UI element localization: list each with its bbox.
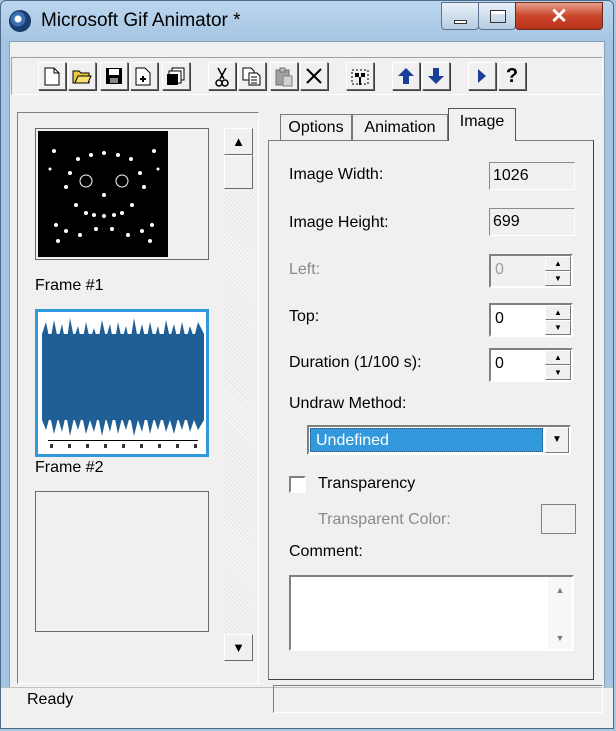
save-as-icon (167, 67, 185, 85)
chevron-up-icon: ▲ (232, 134, 245, 149)
open-icon (72, 70, 92, 84)
tab-options[interactable]: Options (280, 114, 352, 140)
open-button[interactable] (68, 62, 96, 90)
status-pane (273, 685, 603, 713)
transparency-label[interactable]: Transparency (318, 475, 415, 493)
scroll-up-button[interactable]: ▲ (224, 128, 253, 155)
title-bar[interactable]: Microsoft Gif Animator * ✕ (1, 1, 613, 41)
preview-icon (478, 69, 486, 83)
move-down-button[interactable] (422, 62, 450, 90)
new-button[interactable] (38, 62, 66, 90)
chevron-down-icon[interactable]: ▼ (545, 427, 569, 453)
undraw-method-select[interactable]: Undefined ▼ (307, 425, 571, 455)
transparency-checkbox[interactable] (289, 476, 306, 493)
insert-button[interactable] (130, 62, 158, 90)
image-height-label: Image Height: (289, 214, 389, 231)
undraw-method-label: Undraw Method: (289, 395, 407, 412)
frames-scrollbar[interactable]: ▲ ▼ (224, 128, 253, 661)
chevron-down-icon: ▼ (555, 633, 565, 643)
scroll-thumb[interactable] (224, 155, 253, 189)
left-spinner: 0 ▲ ▼ (489, 254, 573, 288)
insert-icon (135, 67, 151, 86)
top-spin-down-button[interactable]: ▼ (545, 320, 571, 335)
maximize-button[interactable] (478, 2, 516, 30)
toolbar: ? (11, 57, 603, 95)
move-up-icon (398, 68, 414, 84)
minimize-button[interactable] (441, 2, 479, 30)
window-title: Microsoft Gif Animator * (41, 10, 241, 31)
save-button[interactable] (100, 62, 128, 90)
frame-2-image (38, 312, 206, 454)
copy-icon (242, 67, 261, 86)
duration-label: Duration (1/100 s): (289, 354, 422, 371)
top-value[interactable]: 0 (495, 310, 504, 328)
save-icon (106, 68, 122, 84)
tab-strip: Options Animation Image (270, 108, 600, 141)
close-icon: ✕ (550, 5, 568, 28)
move-up-button[interactable] (392, 62, 420, 90)
cut-button[interactable] (208, 62, 236, 90)
transparent-color-swatch (541, 504, 576, 534)
maximize-icon (490, 10, 506, 23)
image-height-value: 699 (489, 208, 575, 236)
left-label: Left: (289, 261, 321, 278)
tab-animation[interactable]: Animation (352, 114, 448, 140)
paste-icon (275, 67, 293, 87)
transparent-color-label: Transparent Color: (318, 511, 451, 528)
copy-button[interactable] (238, 62, 266, 90)
duration-spinner[interactable]: 0 ▲ ▼ (489, 348, 573, 382)
delete-icon (306, 68, 322, 84)
frames-panel: Frame #1 Frame #2 ▲ ▼ (17, 112, 259, 684)
frame-2-thumbnail[interactable] (35, 309, 209, 457)
app-window: Microsoft Gif Animator * ✕ ? Frame #1 Fr… (0, 0, 614, 729)
chevron-down-icon: ▼ (232, 640, 245, 655)
top-label: Top: (289, 308, 320, 325)
image-width-value: 1026 (489, 162, 575, 190)
undraw-method-value[interactable]: Undefined (310, 428, 543, 452)
delete-button[interactable] (300, 62, 328, 90)
duration-value[interactable]: 0 (495, 355, 504, 373)
tab-image[interactable]: Image (448, 108, 516, 141)
scroll-down-button[interactable]: ▼ (224, 634, 253, 661)
minimize-icon (454, 20, 467, 24)
left-value: 0 (495, 261, 504, 278)
left-spin-down-icon: ▼ (545, 271, 571, 286)
cut-icon (215, 67, 229, 87)
app-icon[interactable] (9, 10, 31, 32)
top-spin-up-button[interactable]: ▲ (545, 305, 571, 320)
duration-spin-up-button[interactable]: ▲ (545, 350, 571, 365)
close-button[interactable]: ✕ (515, 2, 603, 30)
duration-spin-down-button[interactable]: ▼ (545, 365, 571, 380)
paste-button[interactable] (270, 62, 298, 90)
comment-label: Comment: (289, 543, 363, 560)
select-all-icon (351, 69, 369, 85)
comment-textarea[interactable]: ▲ ▼ (289, 575, 574, 651)
help-button[interactable]: ? (498, 62, 526, 90)
status-text: Ready (27, 691, 74, 708)
preview-button[interactable] (468, 62, 496, 90)
select-all-button[interactable] (346, 62, 374, 90)
move-down-icon (428, 68, 444, 84)
frame-1-thumbnail[interactable] (35, 128, 209, 260)
frame-1-label: Frame #1 (35, 277, 104, 294)
new-icon (44, 67, 60, 86)
frame-1-image (38, 131, 168, 257)
left-spin-up-icon: ▲ (545, 256, 571, 271)
frame-3-thumbnail[interactable] (35, 491, 209, 632)
top-spinner[interactable]: 0 ▲ ▼ (489, 303, 573, 337)
frame-2-label: Frame #2 (35, 459, 104, 476)
chevron-up-icon: ▲ (555, 585, 565, 595)
image-width-label: Image Width: (289, 166, 384, 183)
help-icon: ? (505, 65, 519, 87)
comment-scrollbar: ▲ ▼ (548, 577, 572, 649)
save-as-button[interactable] (162, 62, 190, 90)
